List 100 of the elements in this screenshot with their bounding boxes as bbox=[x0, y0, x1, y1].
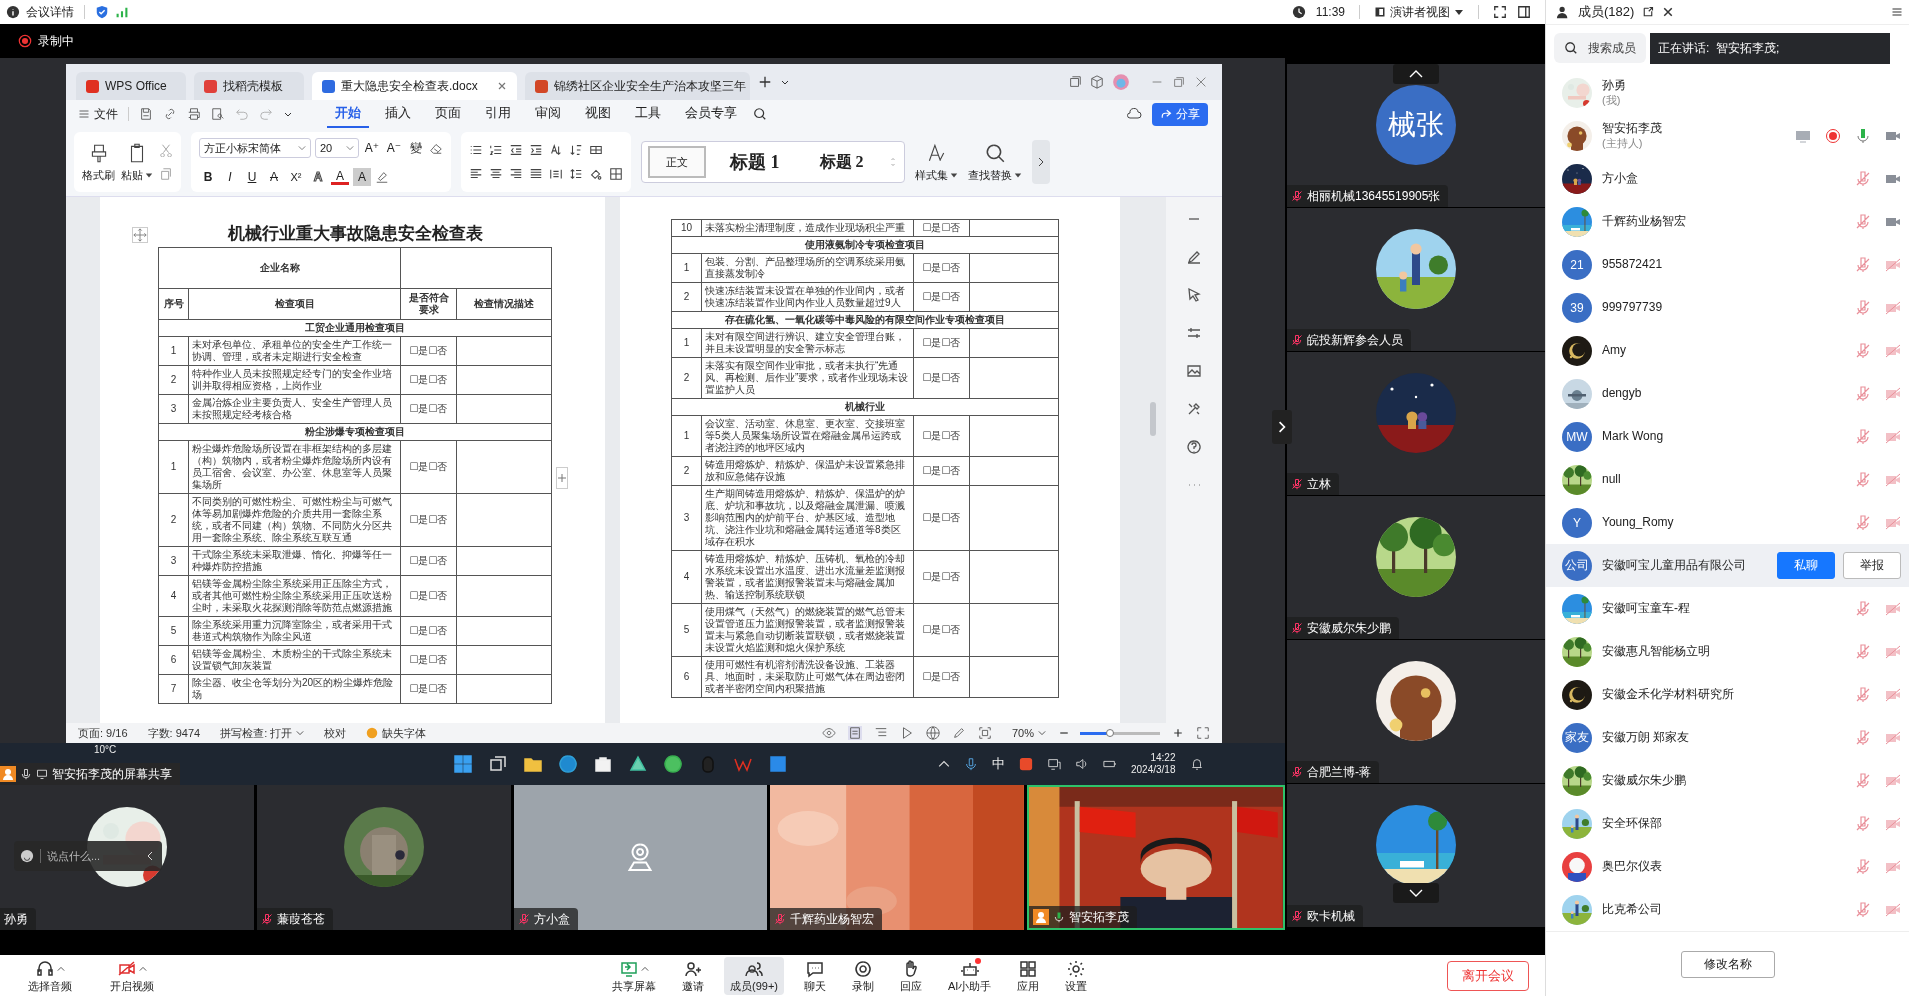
cut-icon[interactable] bbox=[159, 143, 173, 157]
toolbar-button[interactable]: 成员(99+) bbox=[724, 956, 784, 995]
member-row[interactable]: 千辉药业杨智宏 bbox=[1546, 200, 1909, 243]
camera-off-icon[interactable] bbox=[1885, 385, 1901, 402]
camera-off-icon[interactable] bbox=[1885, 729, 1901, 746]
video-tile[interactable]: 千辉药业杨智宏 bbox=[770, 785, 1025, 930]
phonetic-button[interactable]: 變 bbox=[407, 139, 425, 157]
format-painter-button[interactable]: 格式刷 bbox=[82, 141, 115, 183]
window-layout-icon[interactable] bbox=[1068, 75, 1082, 89]
cloud-app-icon[interactable] bbox=[768, 754, 788, 774]
justify-icon[interactable] bbox=[529, 167, 543, 181]
document-tab[interactable]: WPS Office bbox=[76, 72, 186, 100]
camera-off-icon[interactable] bbox=[1885, 858, 1901, 875]
video-tile[interactable]: 智安拓李茂 bbox=[1027, 785, 1285, 930]
chat-field[interactable]: 说点什么... bbox=[14, 841, 162, 871]
camera-off-icon[interactable] bbox=[1885, 901, 1901, 918]
print-icon[interactable] bbox=[187, 107, 201, 121]
video-tile[interactable]: 立林 bbox=[1287, 352, 1545, 495]
save-icon[interactable] bbox=[139, 107, 153, 121]
member-row[interactable]: MW Mark Wong bbox=[1546, 415, 1909, 458]
task-view-icon[interactable] bbox=[488, 754, 508, 774]
member-row[interactable]: 比克希公司 bbox=[1546, 888, 1909, 931]
text-direction-icon[interactable] bbox=[549, 143, 563, 157]
notification-icon[interactable] bbox=[1189, 757, 1204, 771]
format-button[interactable]: A bbox=[265, 168, 283, 186]
toolbar-button[interactable]: 开启视频 bbox=[104, 956, 160, 995]
member-row[interactable]: Amy bbox=[1546, 329, 1909, 372]
app-tray-icon[interactable] bbox=[1019, 757, 1033, 771]
document-tab[interactable]: 找稻壳模板 bbox=[194, 72, 304, 100]
member-row[interactable]: dengyb bbox=[1546, 372, 1909, 415]
spell-check-menu[interactable]: 拼写检查: 打开 bbox=[220, 725, 293, 741]
format-button[interactable]: B bbox=[199, 168, 217, 186]
camera-off-icon[interactable] bbox=[1885, 256, 1901, 273]
toolbar-button[interactable]: 聊天 bbox=[798, 956, 832, 995]
chat-input[interactable]: 说点什么... bbox=[40, 849, 139, 863]
taskbar-clock[interactable]: 14:22 2024/3/18 bbox=[1131, 752, 1176, 776]
volume-icon[interactable] bbox=[1075, 757, 1089, 771]
font-size-button[interactable]: A⁻ bbox=[385, 139, 403, 157]
align-left-icon[interactable] bbox=[469, 167, 483, 181]
member-row[interactable]: 21 955872421 bbox=[1546, 243, 1909, 286]
restore-icon[interactable] bbox=[1172, 75, 1186, 89]
member-row[interactable]: 安徽惠凡智能杨立明 bbox=[1546, 630, 1909, 673]
format-button[interactable]: A bbox=[331, 169, 349, 185]
print-preview-icon[interactable] bbox=[211, 107, 225, 121]
leave-meeting-button[interactable]: 离开会议 bbox=[1447, 961, 1529, 991]
muted-microphone-icon[interactable] bbox=[1855, 342, 1871, 359]
missing-font-link[interactable]: 缺失字体 bbox=[382, 725, 427, 741]
scroll-down-button[interactable] bbox=[1393, 883, 1439, 903]
format-button[interactable]: A bbox=[309, 168, 327, 186]
member-row[interactable]: 安徽威尔朱少鹏 bbox=[1546, 759, 1909, 802]
cube-icon[interactable] bbox=[1090, 75, 1104, 89]
smiley-icon[interactable] bbox=[20, 849, 34, 863]
muted-microphone-icon[interactable] bbox=[1855, 686, 1871, 703]
page-view-icon[interactable] bbox=[847, 726, 862, 740]
view-mode-button[interactable]: 演讲者视图 bbox=[1374, 3, 1464, 21]
camera-off-icon[interactable] bbox=[1885, 815, 1901, 832]
pointer-icon[interactable] bbox=[1186, 287, 1202, 303]
member-row[interactable]: 公司 安徽呵宝儿童用品有限公司 私聊 举报 bbox=[1546, 544, 1909, 587]
ribbon-tab[interactable]: 会员专享 bbox=[677, 100, 745, 128]
toolbar-button[interactable]: 回应 bbox=[894, 956, 928, 995]
member-row[interactable]: 39 999797739 bbox=[1546, 286, 1909, 329]
camera-off-icon[interactable] bbox=[1885, 643, 1901, 660]
align-center-icon[interactable] bbox=[489, 167, 503, 181]
ribbon-tab[interactable]: 插入 bbox=[377, 100, 419, 128]
camera-off-icon[interactable] bbox=[1885, 342, 1901, 359]
member-row[interactable]: 安徽金禾化学材料研究所 bbox=[1546, 673, 1909, 716]
toolbar-button[interactable]: 共享屏幕 bbox=[606, 956, 662, 995]
numbered-list-icon[interactable] bbox=[489, 143, 503, 157]
microphone-icon[interactable] bbox=[964, 757, 978, 771]
muted-microphone-icon[interactable] bbox=[1855, 772, 1871, 789]
search-field[interactable]: 搜索成员 bbox=[1554, 33, 1646, 63]
meeting-details-link[interactable]: 会议详情 bbox=[26, 3, 74, 21]
camera-off-icon[interactable] bbox=[1885, 600, 1901, 617]
camera-off-icon[interactable] bbox=[1885, 428, 1901, 445]
video-tile[interactable]: 械张 相丽机械13645519905张 bbox=[1287, 64, 1545, 207]
toolbar-button[interactable]: 选择音频 bbox=[22, 956, 78, 995]
video-tile[interactable]: 蒹葭苍苍 bbox=[256, 785, 511, 930]
eye-icon[interactable] bbox=[821, 726, 836, 740]
muted-microphone-icon[interactable] bbox=[1855, 385, 1871, 402]
input-method[interactable]: 中 bbox=[992, 755, 1005, 773]
microphone-icon[interactable] bbox=[1855, 127, 1871, 144]
camera-off-icon[interactable] bbox=[1885, 471, 1901, 488]
muted-microphone-icon[interactable] bbox=[1855, 514, 1871, 531]
format-button[interactable]: X² bbox=[287, 168, 305, 186]
link-icon[interactable] bbox=[163, 107, 177, 121]
font-size-button[interactable]: A⁺ bbox=[363, 139, 381, 157]
store-icon[interactable] bbox=[593, 754, 613, 774]
borders-icon[interactable] bbox=[609, 167, 623, 181]
expand-icon[interactable] bbox=[1196, 726, 1210, 740]
image-icon[interactable] bbox=[1186, 363, 1202, 379]
sidebar-toggle-icon[interactable] bbox=[1517, 5, 1531, 19]
paste-button[interactable]: 粘贴 bbox=[121, 141, 153, 183]
pop-out-icon[interactable] bbox=[1642, 6, 1655, 18]
pen-icon[interactable] bbox=[951, 726, 966, 740]
globe-icon[interactable] bbox=[925, 726, 940, 740]
video-tile[interactable]: 合肥兰博-蒋 bbox=[1287, 640, 1545, 783]
video-tile[interactable]: 安徽威尔朱少鹏 bbox=[1287, 496, 1545, 639]
style-option[interactable]: 标题 1 bbox=[714, 146, 796, 178]
muted-microphone-icon[interactable] bbox=[1855, 600, 1871, 617]
highlighter-icon[interactable] bbox=[375, 170, 389, 184]
